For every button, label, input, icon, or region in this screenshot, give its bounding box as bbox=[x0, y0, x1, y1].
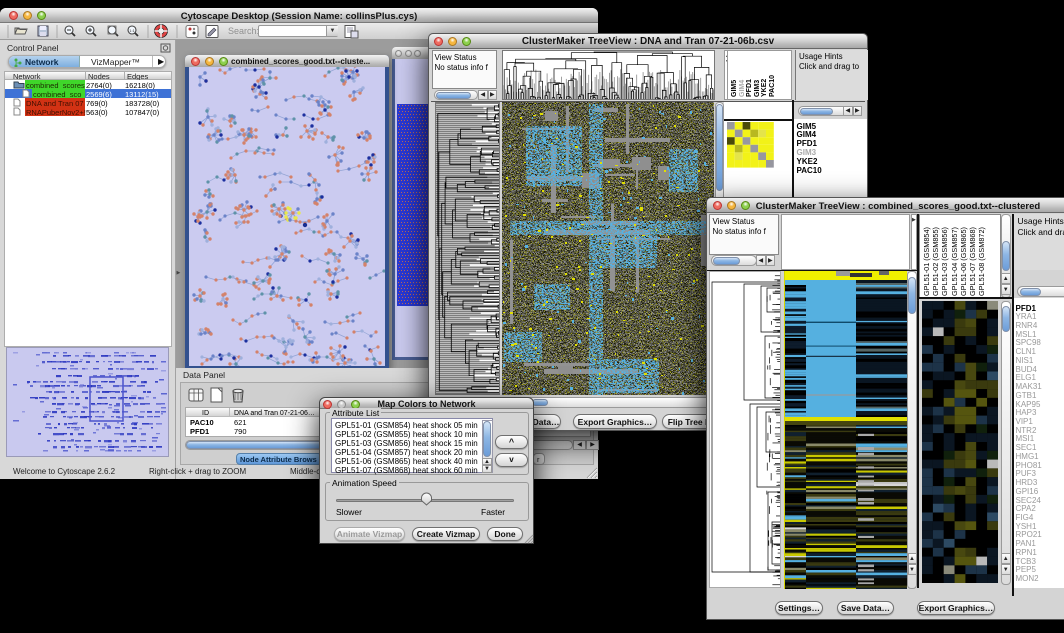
svg-text:1:1: 1:1 bbox=[129, 28, 135, 33]
